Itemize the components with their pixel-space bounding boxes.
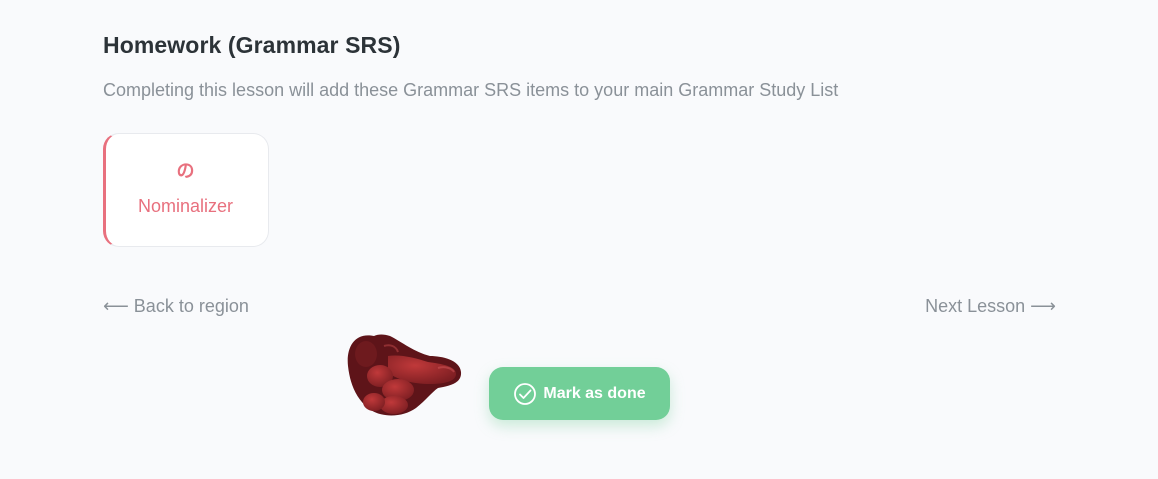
srs-item-label: Nominalizer xyxy=(137,196,234,216)
mark-as-done-button[interactable]: Mark as done xyxy=(489,367,670,420)
srs-item-glyph: の xyxy=(176,161,195,182)
srs-item-card[interactable]: の Nominalizer xyxy=(103,133,269,247)
page-subtitle: Completing this lesson will add these Gr… xyxy=(103,80,839,100)
mark-as-done-label: Mark as done xyxy=(543,384,646,402)
pointing-hand-icon xyxy=(347,334,462,416)
check-circle-icon xyxy=(513,382,537,406)
page-title: Homework (Grammar SRS) xyxy=(103,32,401,58)
pointing-hand-mascot xyxy=(344,326,464,420)
back-to-region-link[interactable]: ⟵ Back to region xyxy=(103,296,249,317)
next-lesson-link[interactable]: Next Lesson ⟶ xyxy=(925,296,1056,317)
